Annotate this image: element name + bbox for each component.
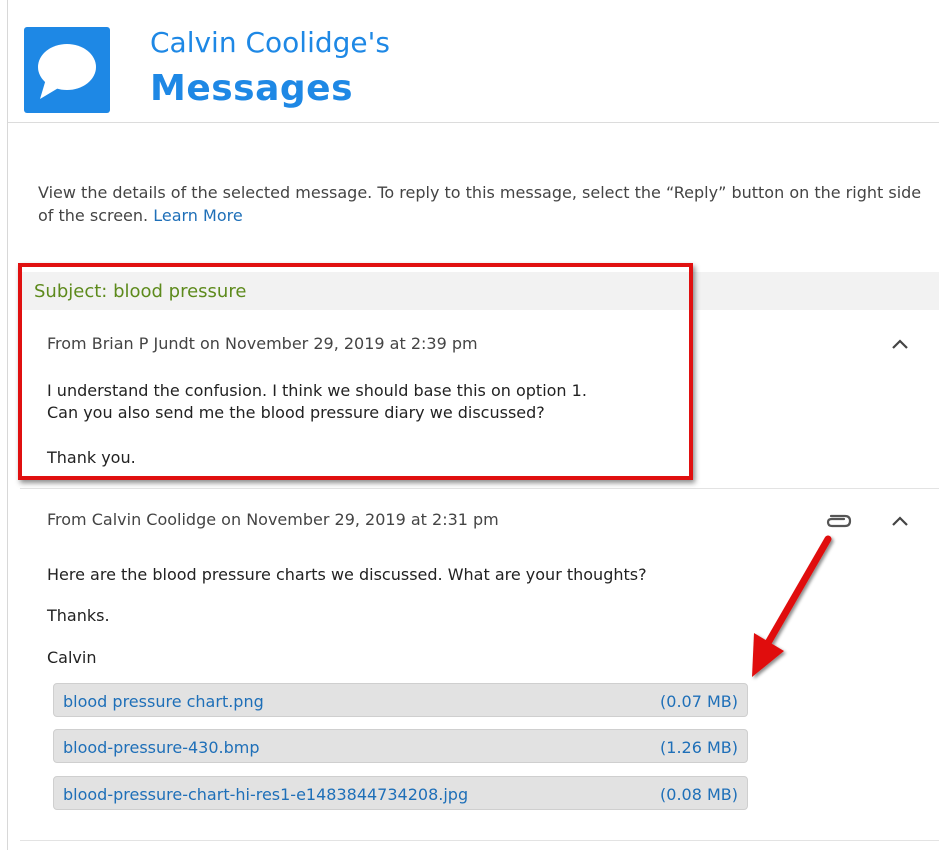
message-signoff: Thank you. (47, 448, 136, 467)
left-border (7, 0, 8, 850)
message-subject: Subject: blood pressure (34, 281, 247, 302)
attachment-item[interactable]: blood pressure chart.png (0.07 MB) (53, 683, 748, 717)
message-divider (20, 488, 939, 489)
owner-name: Calvin Coolidge's (150, 26, 390, 59)
attachment-size: (0.08 MB) (660, 785, 738, 804)
chevron-up-icon[interactable] (889, 513, 911, 529)
chevron-up-icon[interactable] (889, 336, 911, 352)
message-body-line: Thanks. (47, 606, 110, 625)
message-body-line: Can you also send me the blood pressure … (47, 403, 545, 422)
message-body-line: I understand the confusion. I think we s… (47, 381, 587, 400)
attachment-size: (0.07 MB) (660, 692, 738, 711)
attachment-size: (1.26 MB) (660, 738, 738, 757)
message-meta[interactable]: From Calvin Coolidge on November 29, 201… (47, 510, 499, 529)
message-meta[interactable]: From Brian P Jundt on November 29, 2019 … (47, 334, 478, 353)
learn-more-link[interactable]: Learn More (153, 206, 242, 225)
subject-bar: Subject: blood pressure (20, 272, 939, 310)
red-arrow-icon (752, 535, 832, 677)
message-body-line: Here are the blood pressure charts we di… (47, 565, 647, 584)
attachment-name[interactable]: blood-pressure-430.bmp (63, 738, 260, 757)
page-header: Calvin Coolidge's Messages (8, 0, 939, 123)
message-divider (20, 840, 939, 841)
speech-bubble-icon (24, 27, 110, 113)
intro-text: View the details of the selected message… (38, 181, 928, 227)
message-signoff: Calvin (47, 648, 97, 667)
attachment-item[interactable]: blood-pressure-chart-hi-res1-e1483844734… (53, 776, 748, 810)
attachment-name[interactable]: blood pressure chart.png (63, 692, 264, 711)
page-title: Messages (150, 68, 354, 109)
attachment-name[interactable]: blood-pressure-chart-hi-res1-e1483844734… (63, 785, 468, 804)
attachment-item[interactable]: blood-pressure-430.bmp (1.26 MB) (53, 729, 748, 763)
